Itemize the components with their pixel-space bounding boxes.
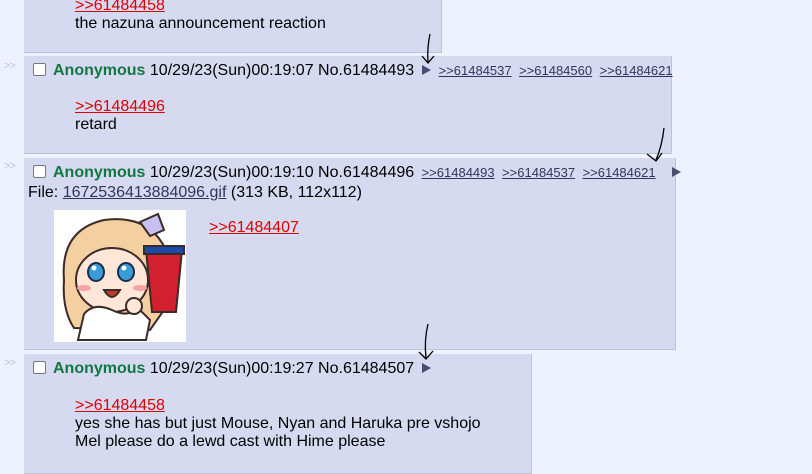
backlink[interactable]: >>61484493 [422,165,495,180]
backlink[interactable]: >>61484560 [519,63,592,78]
quote-link[interactable]: >>61484458 [75,0,165,14]
poster-name: Anonymous [53,164,146,181]
hand-drawn-arrow-icon [646,127,665,162]
side-arrows: >> [4,60,16,72]
reply-post-top: >>61484458 the nazuna announcement react… [24,0,442,53]
file-link[interactable]: 1672536413884096.gif [63,184,227,201]
reply-post-61484507: Anonymous 10/29/23(Sun)00:19:27 No.61484… [24,354,532,474]
backlink[interactable]: >>61484621 [583,165,656,180]
reply-post-61484496: Anonymous 10/29/23(Sun)00:19:10 No.61484… [24,158,682,350]
post-datetime: 10/29/23(Sun)00:19:27 [149,360,314,377]
post-checkbox[interactable] [33,361,46,374]
post-text: retard [75,116,117,133]
post-number[interactable]: No.61484493 [318,62,414,79]
reply-post-61484493: Anonymous 10/29/23(Sun)00:19:07 No.61484… [24,56,673,154]
post-checkbox[interactable] [33,165,46,178]
post-menu-triangle-icon[interactable] [422,363,432,373]
backlink[interactable]: >>61484537 [502,165,575,180]
side-arrows: >> [4,357,16,369]
post-text: yes she has but just Mouse, Nyan and Har… [75,415,481,432]
side-arrows: >> [4,160,16,172]
quote-link[interactable]: >>61484496 [75,98,165,115]
post-number[interactable]: No.61484507 [318,360,414,377]
post-thumbnail-image[interactable] [54,210,186,342]
hand-drawn-arrow-icon [421,33,435,64]
post-number[interactable]: No.61484496 [318,164,414,181]
quote-link[interactable]: >>61484458 [75,397,165,414]
file-meta: (313 KB, 112x112) [230,184,362,201]
hand-drawn-arrow-icon [418,323,434,360]
poster-name: Anonymous [53,360,146,377]
backlink[interactable]: >>61484537 [439,63,512,78]
post-text: the nazuna announcement reaction [75,15,326,32]
post-menu-triangle-icon[interactable] [672,167,682,177]
post-text: Mel please do a lewd cast with Hime plea… [75,433,386,450]
post-datetime: 10/29/23(Sun)00:19:10 [149,164,314,181]
post-datetime: 10/29/23(Sun)00:19:07 [149,62,314,79]
post-checkbox[interactable] [33,63,46,76]
quote-link[interactable]: >>61484407 [209,219,299,236]
poster-name: Anonymous [53,62,146,79]
backlink[interactable]: >>61484621 [600,63,673,78]
file-label: File: [28,184,59,201]
